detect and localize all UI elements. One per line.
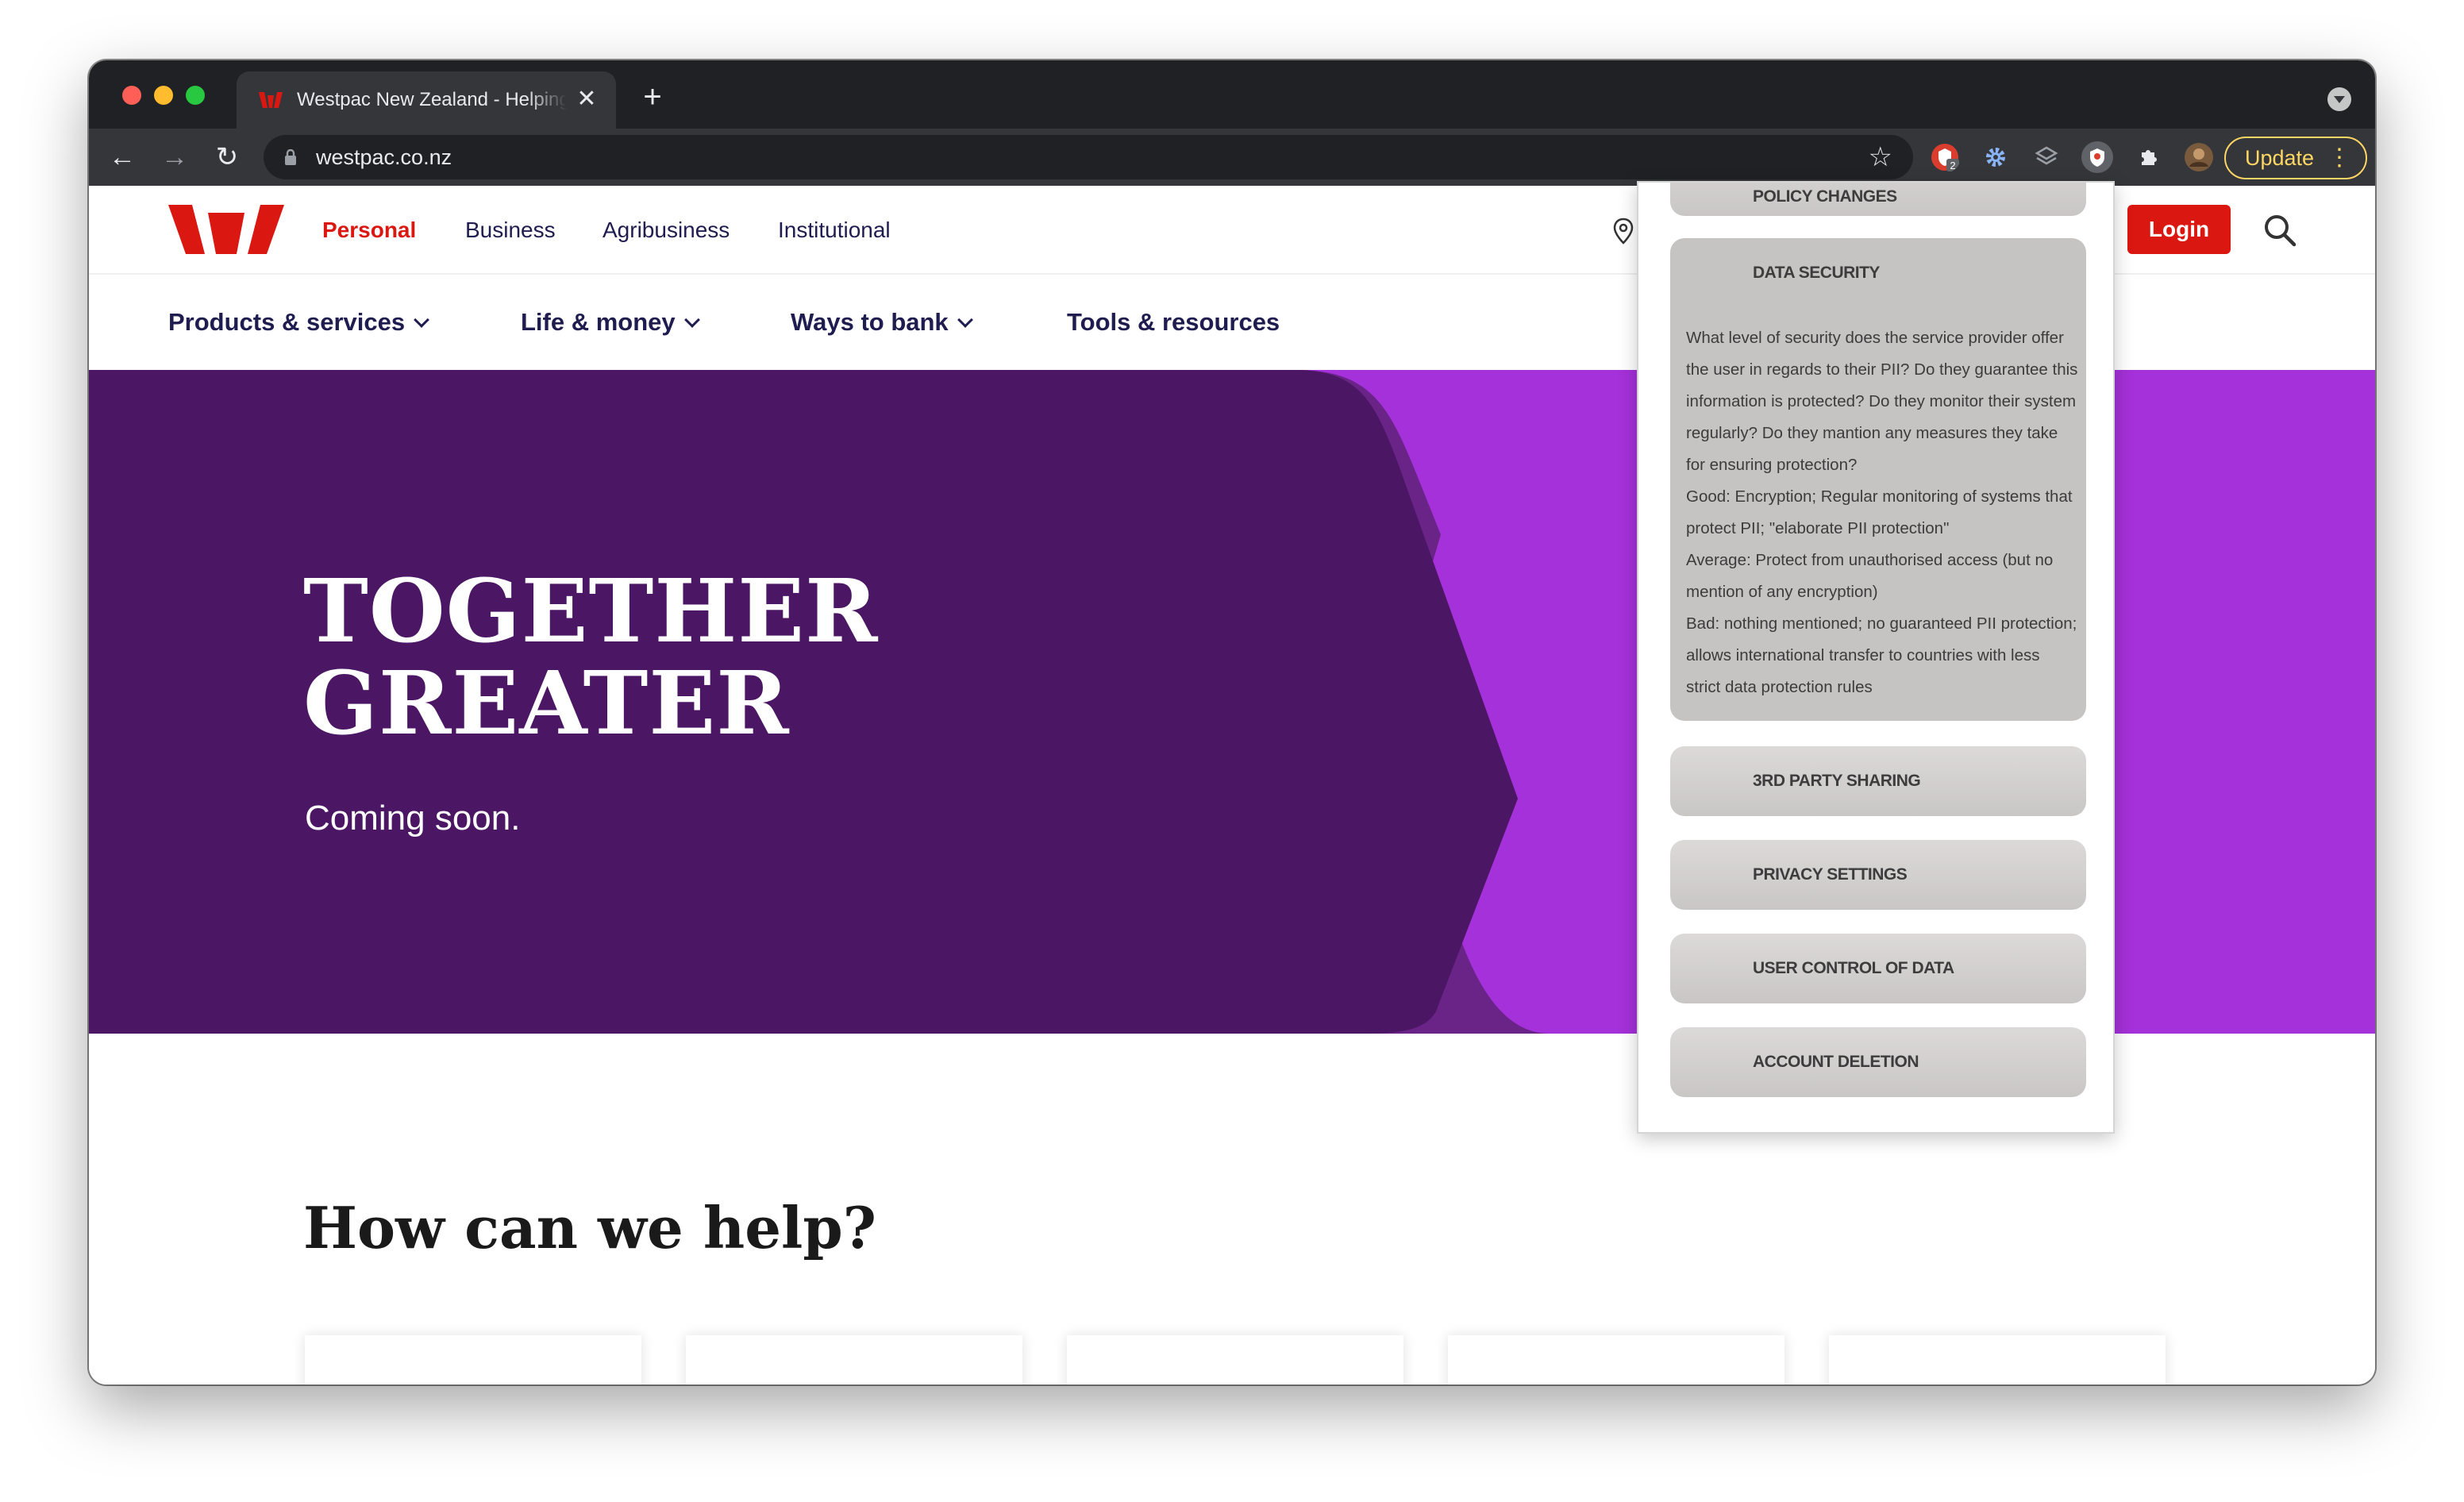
- location-pin-icon[interactable]: [1613, 218, 1634, 245]
- forward-button[interactable]: →: [157, 140, 192, 175]
- nav-label: Tools & resources: [1067, 308, 1280, 336]
- help-card[interactable]: [686, 1335, 1022, 1385]
- help-card[interactable]: [1448, 1335, 1784, 1385]
- tab-close-icon[interactable]: ✕: [573, 86, 600, 113]
- description-average: Average: Protect from unauthorised acces…: [1686, 551, 2054, 601]
- minimize-window-button[interactable]: [154, 86, 173, 105]
- nav-products-services[interactable]: Products & services: [168, 308, 429, 337]
- help-card[interactable]: [1067, 1335, 1403, 1385]
- address-bar[interactable]: westpac.co.nz ☆: [264, 135, 1913, 179]
- nav-label: Life & money: [521, 308, 676, 336]
- hero-title-line1: TOGETHER: [303, 560, 879, 662]
- tab-strip: Westpac New Zealand - Helping you ✕ +: [89, 60, 2375, 129]
- puzzle-extensions-icon[interactable]: [2132, 141, 2164, 173]
- browser-window: Westpac New Zealand - Helping you ✕ + ← …: [89, 60, 2375, 1385]
- category-label: ACCOUNT DELETION: [1753, 1053, 1919, 1071]
- category-label: DATA SECURITY: [1753, 264, 1880, 282]
- help-card[interactable]: [305, 1335, 641, 1385]
- update-label: Update: [2245, 146, 2315, 170]
- description-question: What level of security does the service …: [1686, 329, 2078, 474]
- segment-institutional[interactable]: Institutional: [778, 218, 891, 243]
- update-button[interactable]: Update ⋮: [2224, 137, 2367, 179]
- category-user-control-of-data[interactable]: USER CONTROL OF DATA: [1670, 934, 2086, 1003]
- bookmark-star-icon[interactable]: ☆: [1869, 141, 1892, 173]
- tab-search-icon[interactable]: [2327, 87, 2351, 111]
- category-policy-changes[interactable]: POLICY CHANGES: [1670, 183, 2086, 216]
- nav-label: Products & services: [168, 308, 406, 336]
- gear-extension-icon[interactable]: [1980, 141, 2012, 173]
- hero-subtitle: Coming soon.: [305, 799, 521, 838]
- chevron-down-icon: [414, 312, 429, 328]
- category-label: USER CONTROL OF DATA: [1753, 959, 1954, 977]
- category-label: 3RD PARTY SHARING: [1753, 772, 1921, 790]
- shield-extension-icon[interactable]: 2: [1929, 141, 1961, 173]
- url-text: westpac.co.nz: [316, 145, 452, 169]
- zoom-window-button[interactable]: [186, 86, 205, 105]
- segment-personal[interactable]: Personal: [322, 218, 416, 243]
- description-bad: Bad: nothing mentioned; no guaranteed PI…: [1686, 614, 2077, 696]
- nav-ways-to-bank[interactable]: Ways to bank: [791, 308, 973, 337]
- nav-tools-resources[interactable]: Tools & resources: [1067, 308, 1280, 337]
- browser-toolbar: ← → ↻ westpac.co.nz ☆ 2 Update ⋮: [89, 129, 2375, 186]
- chevron-down-icon: [683, 312, 700, 328]
- back-button[interactable]: ←: [105, 140, 140, 175]
- description-good: Good: Encryption; Regular monitoring of …: [1686, 487, 2073, 537]
- hero-title: TOGETHER GREATER: [303, 565, 879, 749]
- category-description: What level of security does the service …: [1686, 322, 2078, 703]
- help-heading: How can we help?: [303, 1194, 876, 1261]
- nav-life-money[interactable]: Life & money: [521, 308, 700, 337]
- close-window-button[interactable]: [122, 86, 141, 105]
- category-data-security[interactable]: DATA SECURITY What level of security doe…: [1670, 238, 2086, 721]
- login-button[interactable]: Login: [2127, 205, 2231, 254]
- reload-button[interactable]: ↻: [210, 140, 244, 175]
- privacy-extension-icon[interactable]: [2081, 141, 2113, 173]
- category-label: POLICY CHANGES: [1753, 187, 1897, 206]
- extension-badge: 2: [1950, 160, 1955, 171]
- westpac-favicon-icon: [259, 92, 283, 108]
- chevron-down-icon: [957, 312, 973, 328]
- category-label: PRIVACY SETTINGS: [1753, 865, 1908, 884]
- westpac-logo[interactable]: [168, 205, 284, 254]
- lock-icon: [285, 149, 296, 165]
- help-card[interactable]: [1829, 1335, 2166, 1385]
- layers-extension-icon[interactable]: [2031, 141, 2062, 173]
- profile-avatar[interactable]: [2183, 141, 2215, 173]
- browser-tab-westpac[interactable]: Westpac New Zealand - Helping you ✕: [237, 71, 616, 129]
- privacy-extension-popup: POLICY CHANGES DATA SECURITY What level …: [1637, 181, 2115, 1134]
- search-icon[interactable]: [2261, 211, 2299, 249]
- more-menu-icon[interactable]: ⋮: [2327, 138, 2351, 178]
- category-3rd-party-sharing[interactable]: 3RD PARTY SHARING: [1670, 746, 2086, 816]
- segment-business[interactable]: Business: [465, 218, 556, 243]
- new-tab-button[interactable]: +: [637, 81, 668, 114]
- category-privacy-settings[interactable]: PRIVACY SETTINGS: [1670, 840, 2086, 910]
- tab-title: Westpac New Zealand - Helping you: [297, 89, 567, 110]
- nav-label: Ways to bank: [791, 308, 949, 336]
- segment-agribusiness[interactable]: Agribusiness: [603, 218, 730, 243]
- hero-title-line2: GREATER: [303, 652, 790, 754]
- category-account-deletion[interactable]: ACCOUNT DELETION: [1670, 1027, 2086, 1097]
